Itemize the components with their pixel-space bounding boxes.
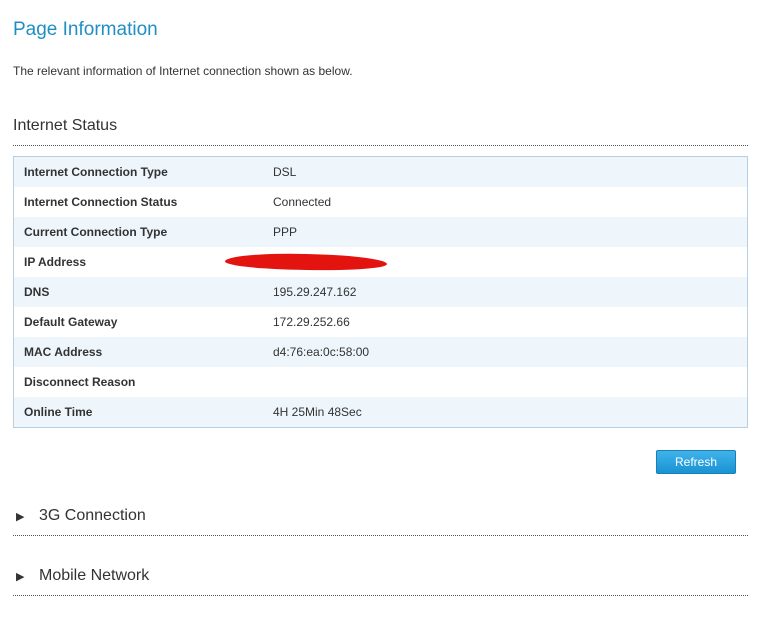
row-label-connection-status: Internet Connection Status bbox=[24, 195, 178, 209]
row-label-connection-type: Internet Connection Type bbox=[24, 165, 168, 179]
row-label-mac-address: MAC Address bbox=[24, 345, 103, 359]
redaction-mark bbox=[224, 251, 388, 273]
page-description: The relevant information of Internet con… bbox=[13, 64, 353, 78]
section-toggle-mobile-network[interactable]: ▶ Mobile Network bbox=[13, 567, 748, 585]
expand-arrow-icon: ▶ bbox=[16, 570, 25, 583]
table-row: Current Connection Type PPP bbox=[14, 217, 747, 247]
table-row: DNS 195.29.247.162 bbox=[14, 277, 747, 307]
row-value-mac-address: d4:76:ea:0c:58:00 bbox=[273, 345, 370, 359]
table-row: Online Time 4H 25Min 48Sec bbox=[14, 397, 747, 427]
row-value-connection-status: Connected bbox=[273, 195, 332, 209]
page-container: Page Information The relevant informatio… bbox=[0, 0, 764, 628]
3g-connection-divider bbox=[13, 535, 748, 536]
page-title: Page Information bbox=[13, 19, 158, 40]
internet-status-heading: Internet Status bbox=[13, 117, 118, 134]
table-row: MAC Address d4:76:ea:0c:58:00 bbox=[14, 337, 747, 367]
row-value-current-connection-type: PPP bbox=[273, 225, 298, 239]
internet-status-divider bbox=[13, 145, 748, 146]
expand-arrow-icon: ▶ bbox=[16, 510, 25, 523]
section-toggle-3g-connection[interactable]: ▶ 3G Connection bbox=[13, 507, 748, 525]
table-row: Internet Connection Type DSL bbox=[14, 157, 747, 187]
row-value-dns: 195.29.247.162 bbox=[273, 285, 357, 299]
row-label-disconnect-reason: Disconnect Reason bbox=[24, 375, 136, 389]
section-label-3g-connection: 3G Connection bbox=[39, 507, 146, 524]
row-value-disconnect-reason bbox=[273, 367, 747, 397]
table-row: Internet Connection Status Connected bbox=[14, 187, 747, 217]
internet-status-table: Internet Connection Type DSL Internet Co… bbox=[13, 156, 748, 428]
row-label-dns: DNS bbox=[24, 285, 50, 299]
row-value-ip-address bbox=[224, 247, 747, 277]
row-label-current-connection-type: Current Connection Type bbox=[24, 225, 168, 239]
table-row: IP Address bbox=[14, 247, 747, 277]
table-row: Disconnect Reason bbox=[14, 367, 747, 397]
table-row: Default Gateway 172.29.252.66 bbox=[14, 307, 747, 337]
section-label-mobile-network: Mobile Network bbox=[39, 567, 150, 584]
row-label-default-gateway: Default Gateway bbox=[24, 315, 118, 329]
row-value-default-gateway: 172.29.252.66 bbox=[273, 315, 350, 329]
row-value-connection-type: DSL bbox=[273, 165, 297, 179]
row-label-online-time: Online Time bbox=[24, 405, 93, 419]
mobile-network-divider bbox=[13, 595, 748, 596]
row-value-online-time: 4H 25Min 48Sec bbox=[273, 405, 362, 419]
refresh-button[interactable]: Refresh bbox=[656, 450, 736, 474]
